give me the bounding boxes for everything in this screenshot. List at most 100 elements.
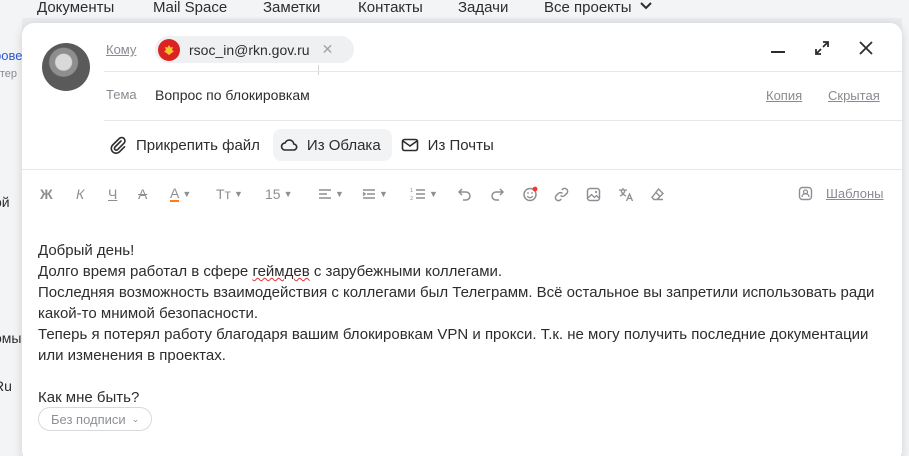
svg-text:2: 2 [410,196,413,201]
bcc-link[interactable]: Скрытая [828,88,880,103]
body-text-segment: с зарубежными коллегами. [309,263,503,280]
bg-fragment[interactable]: омы [0,330,21,346]
templates-link[interactable]: Шаблоны [826,186,884,201]
image-button[interactable] [586,182,601,206]
image-icon [586,187,601,201]
divider [104,120,902,121]
chevron-down-icon [639,2,652,10]
underline-button[interactable]: Ч [108,182,117,206]
recipient-chip[interactable]: rsoc_in@rkn.gov.ru ✕ [155,36,354,63]
divider [22,169,902,170]
strikethrough-button[interactable]: А [138,182,147,206]
close-icon [859,41,873,55]
list-button[interactable]: 1 2 ▼ [410,182,438,206]
background-right-edge [902,18,909,456]
body-line: какой-то мнимой безопасности. [38,305,259,322]
body-line: Как мне быть? [38,389,140,406]
chevron-down-icon: ▼ [182,189,192,199]
body-line: Долго время работал в сфере геймдев с за… [38,261,888,282]
font-size-select[interactable]: 15 ▼ [265,182,293,206]
minimize-icon [771,51,785,53]
clear-format-button[interactable] [650,182,665,206]
attach-mail-label: Из Почты [427,136,494,154]
attach-mail-button[interactable]: Из Почты [394,129,505,161]
undo-icon [458,188,471,201]
avatar [42,43,90,91]
attach-file-label: Прикрепить файл [136,136,260,154]
body-line: Добрый день! [38,242,135,259]
eraser-icon [651,187,664,200]
chevron-down-icon: ⌄ [131,413,140,424]
undo-button[interactable] [458,182,472,206]
misspelled-word[interactable]: геймдев [252,263,309,280]
attachment-bar: Прикрепить файл Из Облака Из Почты [102,129,507,161]
link-button[interactable] [554,182,569,206]
formatting-toolbar: Ж К Ч А А ▼ Тт ▼ 15 ▼ ▼ ▼ 1 2 ▼ [38,182,888,206]
nav-tasks[interactable]: Задачи [458,0,508,16]
nav-notes[interactable]: Заметки [263,0,320,16]
indent-button[interactable]: ▼ [362,182,388,206]
text-color-button[interactable]: А ▼ [170,182,191,206]
expand-button[interactable] [811,37,833,59]
message-body[interactable]: Добрый день! Долго время работал в сфере… [38,240,888,408]
body-line: Последняя возможность взаимодействия с к… [38,284,875,301]
bg-fragment: отер [0,68,18,80]
to-label[interactable]: Кому [106,42,136,57]
body-line-empty [38,366,888,387]
bg-fragment[interactable]: ровей [0,48,22,63]
body-line: Теперь я потерял работу благодаря вашим … [38,326,869,343]
body-text-segment: Долго время работал в сфере [38,263,253,280]
link-icon [554,187,569,201]
font-size-value: 15 [265,186,281,202]
font-button[interactable]: Тт ▼ [216,182,243,206]
chevron-down-icon: ▼ [429,189,438,199]
align-button[interactable]: ▼ [318,182,344,206]
bg-fragment[interactable]: Ru [0,378,12,394]
align-left-icon [319,189,331,199]
attach-file-button[interactable]: Прикрепить файл [102,129,271,161]
nav-mail-space[interactable]: Mail Space [153,0,227,16]
body-line: или изменения в проектах. [38,347,226,364]
bold-button[interactable]: Ж [40,182,53,206]
emoji-button[interactable] [522,182,538,206]
cc-link[interactable]: Копия [766,88,802,103]
chevron-down-icon: ▼ [335,189,344,199]
redo-button[interactable] [490,182,504,206]
attach-cloud-button[interactable]: Из Облака [272,129,392,161]
subject-field[interactable]: Вопрос по блокировкам [155,87,310,103]
svg-text:1: 1 [410,188,413,194]
subject-label: Тема [106,87,137,102]
chevron-down-icon: ▼ [233,189,243,199]
bg-fragment[interactable]: ой [0,194,10,210]
divider [104,71,902,72]
numbered-list-icon: 12 [410,188,425,201]
templates-icon [798,186,813,201]
compose-window: Кому rsoc_in@rkn.gov.ru ✕ Тема Вопрос по… [22,23,902,456]
nav-all-projects-label: Все проекты [544,0,632,16]
chevron-down-icon: ▼ [379,189,388,199]
text-cursor [318,65,319,75]
signature-label: Без подписи [51,411,126,427]
italic-button[interactable]: К [76,182,84,206]
translate-icon [619,187,634,201]
background-folder-list: ровей отер ой омы Ru [0,18,22,456]
remove-recipient-icon[interactable]: ✕ [322,41,334,58]
chevron-down-icon: ▼ [283,189,293,199]
redo-icon [491,188,504,201]
translate-button[interactable] [618,182,634,206]
cloud-icon [280,139,298,151]
font-label: Тт [216,186,231,202]
envelope-icon [401,138,418,152]
expand-icon [815,41,829,55]
nav-documents[interactable]: Документы [37,0,114,16]
emblem-icon [158,38,180,61]
close-button[interactable] [855,37,877,59]
signature-select[interactable]: Без подписи ⌄ [38,407,153,431]
paperclip-icon [110,136,126,154]
minimize-button[interactable] [767,37,789,59]
nav-all-projects[interactable]: Все проекты [544,0,652,16]
indent-icon [362,189,375,199]
text-color-label: А [170,185,180,202]
attach-cloud-label: Из Облака [306,136,381,154]
nav-contacts[interactable]: Контакты [358,0,423,16]
